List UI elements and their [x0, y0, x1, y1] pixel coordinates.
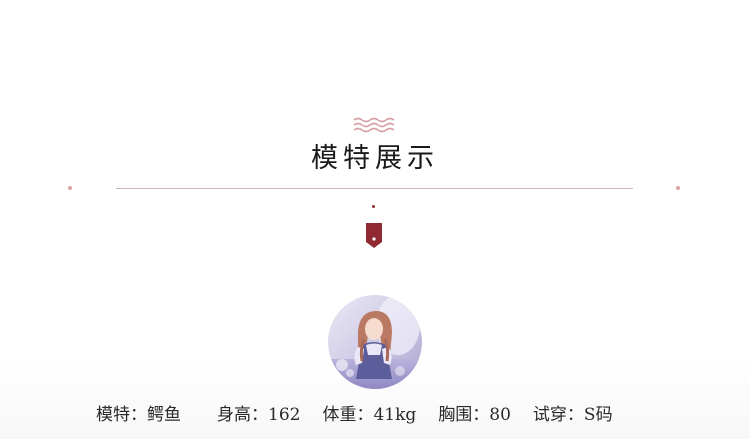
model-bust: 胸围：80 — [438, 404, 511, 425]
bookmark-tag-icon — [366, 223, 382, 248]
section-title: 模特展示 — [311, 143, 439, 174]
center-dot — [372, 205, 375, 208]
right-dot — [676, 186, 680, 190]
divider-line — [116, 188, 633, 189]
model-name: 模特：鳄鱼 — [96, 404, 181, 425]
model-weight: 体重：41kg — [322, 404, 417, 425]
model-size: 试穿：S码 — [532, 404, 613, 425]
left-dot — [68, 186, 72, 190]
model-height: 身高：162 — [217, 404, 301, 425]
model-info-row: 模特：鳄鱼 身高：162 体重：41kg 胸围：80 试穿：S码 — [96, 399, 613, 425]
model-avatar — [328, 295, 422, 389]
wave-icon — [353, 117, 395, 133]
